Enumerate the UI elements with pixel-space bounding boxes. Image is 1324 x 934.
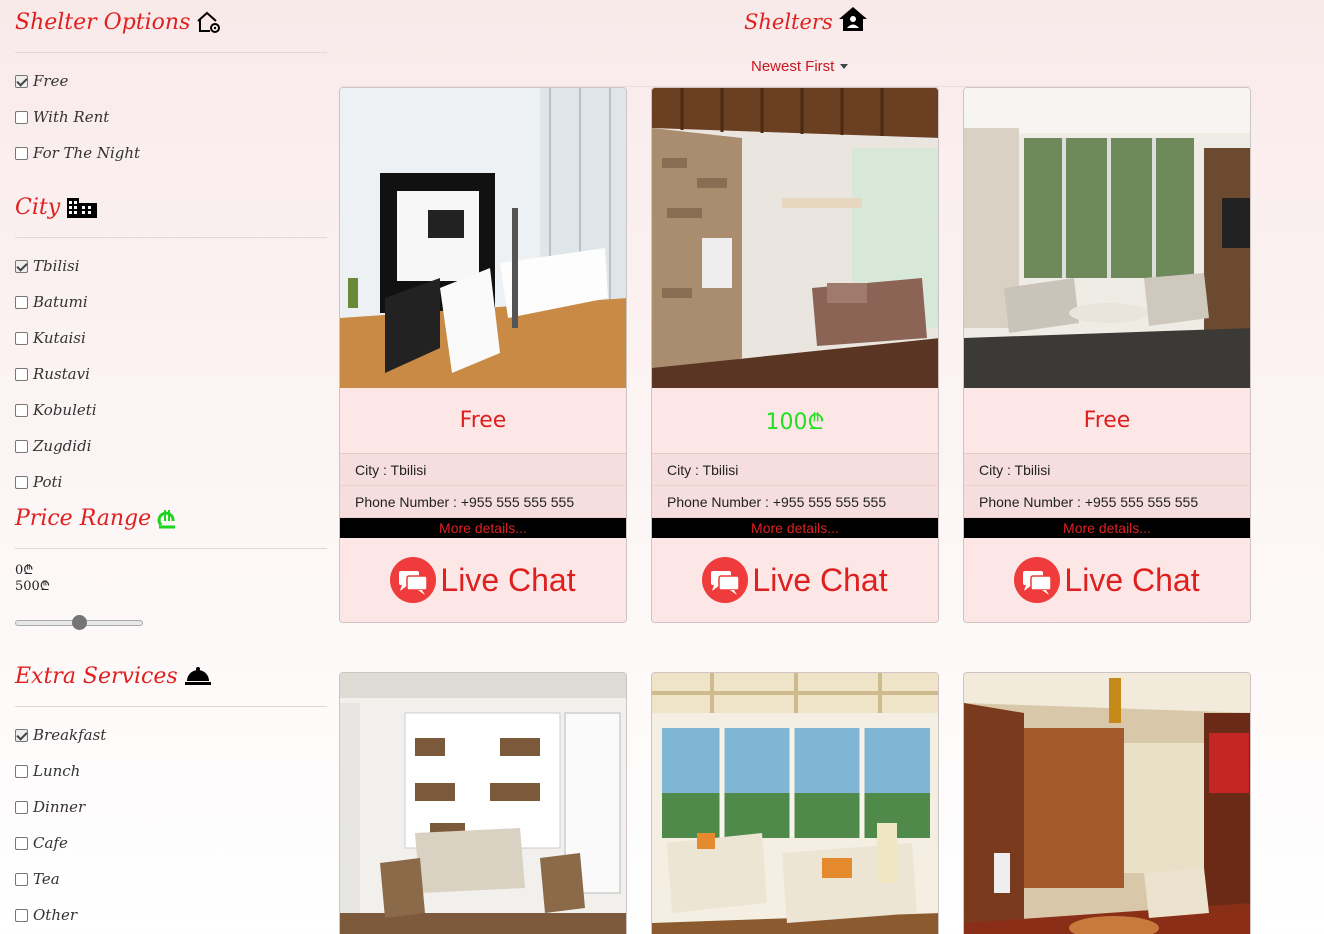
price-range-values: 0₾ 500₾ [15, 563, 327, 595]
service-option-cafe[interactable]: Cafe [15, 825, 327, 861]
more-details-link[interactable]: More details... [964, 518, 1250, 538]
divider [15, 706, 327, 707]
slider-thumb[interactable] [71, 615, 87, 630]
checkbox[interactable] [15, 764, 28, 778]
checkbox[interactable] [15, 259, 28, 273]
live-chat-button[interactable]: Live Chat [652, 538, 938, 622]
checkbox[interactable] [15, 403, 28, 417]
city-heading: City [15, 189, 327, 225]
checkbox[interactable] [15, 836, 28, 850]
divider [15, 52, 327, 53]
house-user-icon [838, 6, 868, 37]
city-option-batumi[interactable]: Batumi [15, 284, 327, 320]
living-room-glass-doors-photo[interactable] [964, 88, 1250, 388]
more-details-link[interactable]: More details... [652, 518, 938, 538]
checkbox[interactable] [15, 74, 28, 88]
living-room-white-sofas-photo[interactable] [340, 88, 626, 388]
option-for-the-night[interactable]: For The Night [15, 135, 327, 171]
city-option-tbilisi[interactable]: Tbilisi [15, 248, 327, 284]
shelter-card [651, 672, 939, 934]
phone-info: Phone Number : +955 555 555 555 [964, 486, 1250, 518]
chat-bubbles-icon [390, 557, 437, 603]
city-option-kutaisi[interactable]: Kutaisi [15, 320, 327, 356]
service-bell-icon [184, 665, 212, 687]
option-with-rent[interactable]: With Rent [15, 99, 327, 135]
living-room-chinese-style-photo[interactable] [964, 673, 1250, 934]
checkbox[interactable] [15, 110, 28, 124]
filter-sidebar: Shelter Options Free With Rent For The N… [15, 0, 327, 933]
city-buildings-icon [66, 195, 98, 219]
checkbox[interactable] [15, 146, 28, 160]
divider [15, 237, 327, 238]
option-free[interactable]: Free [15, 63, 327, 99]
shelter-card: 100₾ City : Tbilisi Phone Number : +955 … [651, 87, 939, 623]
more-details-link[interactable]: More details... [340, 518, 626, 538]
phone-info: Phone Number : +955 555 555 555 [340, 486, 626, 518]
chat-bubbles-icon [1014, 557, 1061, 603]
city-list: Tbilisi Batumi Kutaisi Rustavi Kobuleti … [15, 248, 327, 500]
checkbox[interactable] [15, 800, 28, 814]
service-option-lunch[interactable]: Lunch [15, 753, 327, 789]
shelter-options-list: Free With Rent For The Night [15, 63, 327, 171]
live-chat-button[interactable]: Live Chat [340, 538, 626, 622]
checkbox[interactable] [15, 295, 28, 309]
service-option-breakfast[interactable]: Breakfast [15, 717, 327, 753]
shelter-card [339, 672, 627, 934]
live-chat-button[interactable]: Live Chat [964, 538, 1250, 622]
city-info: City : Tbilisi [964, 454, 1250, 486]
checkbox[interactable] [15, 331, 28, 345]
service-option-tea[interactable]: Tea [15, 861, 327, 897]
chat-bubbles-icon [702, 557, 749, 603]
page-title: Shelters [744, 6, 868, 37]
living-room-bookshelf-photo[interactable] [340, 673, 626, 934]
city-info: City : Tbilisi [652, 454, 938, 486]
shelter-card: Free City : Tbilisi Phone Number : +955 … [339, 87, 627, 623]
house-gear-icon [196, 10, 222, 34]
shelter-card: Free City : Tbilisi Phone Number : +955 … [963, 87, 1251, 623]
extra-services-heading: Extra Services [15, 658, 327, 694]
checkbox[interactable] [15, 367, 28, 381]
price-label: Free [964, 388, 1250, 454]
price-range-slider[interactable] [15, 613, 143, 633]
price-range-heading: Price Range [15, 500, 327, 536]
divider [15, 548, 327, 549]
checkbox[interactable] [15, 728, 28, 742]
caret-down-icon [840, 64, 849, 69]
city-info: City : Tbilisi [340, 454, 626, 486]
extra-services-list: Breakfast Lunch Dinner Cafe Tea Other [15, 717, 327, 933]
living-room-stone-wall-photo[interactable] [652, 88, 938, 388]
price-max-label: 500₾ [15, 579, 50, 594]
checkbox[interactable] [15, 475, 28, 489]
phone-info: Phone Number : +955 555 555 555 [652, 486, 938, 518]
shelter-options-heading: Shelter Options [15, 4, 327, 40]
city-option-poti[interactable]: Poti [15, 464, 327, 500]
price-label: 100₾ [652, 388, 938, 454]
shelter-card [963, 672, 1251, 934]
service-option-other[interactable]: Other [15, 897, 327, 933]
lari-currency-icon [157, 507, 177, 529]
price-min-label: 0₾ [15, 563, 34, 578]
city-option-rustavi[interactable]: Rustavi [15, 356, 327, 392]
city-option-zugdidi[interactable]: Zugdidi [15, 428, 327, 464]
checkbox[interactable] [15, 908, 28, 922]
price-label: Free [340, 388, 626, 454]
checkbox[interactable] [15, 872, 28, 886]
checkbox[interactable] [15, 439, 28, 453]
sort-dropdown[interactable]: Newest First [751, 58, 849, 75]
living-room-lake-view-photo[interactable] [652, 673, 938, 934]
city-option-kobuleti[interactable]: Kobuleti [15, 392, 327, 428]
service-option-dinner[interactable]: Dinner [15, 789, 327, 825]
